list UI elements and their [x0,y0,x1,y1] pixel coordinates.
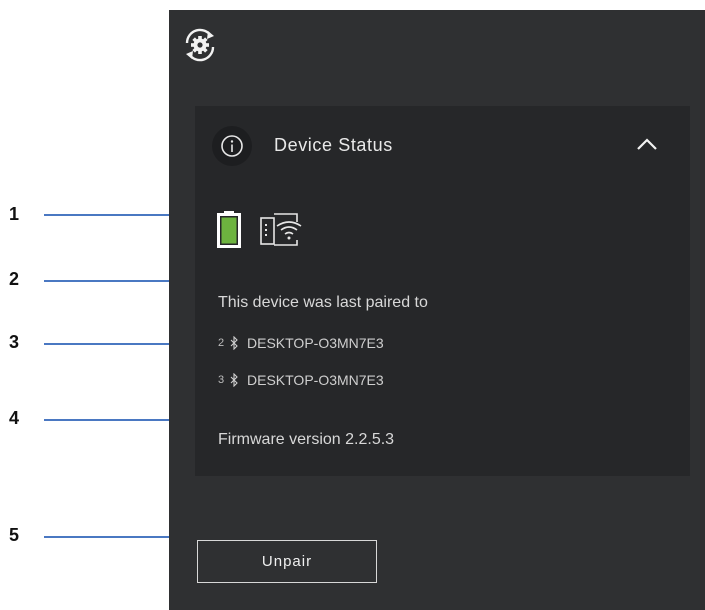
device-slot-number: 2 [218,337,225,349]
firmware-version: Firmware version 2.2.5.3 [218,431,395,448]
info-icon [212,126,252,166]
card-title: Device Status [274,135,393,155]
callout-number-5: 5 [9,525,20,545]
device-slot-number: 3 [218,374,225,386]
callout-line-3 [44,343,180,345]
device-name: DESKTOP-O3MN7E3 [247,335,384,351]
device-icons-row [217,210,317,250]
paired-device-row: 2 DESKTOP-O3MN7E3 [218,335,384,351]
callout-number-4: 4 [9,408,20,428]
callout-line-2 [44,280,188,282]
bluetooth-icon [230,336,238,350]
callout-number-3: 3 [9,332,20,352]
wireless-receiver-icon [260,213,302,246]
callout-line-4 [44,419,180,421]
paired-text: This device was last paired to [218,294,428,311]
device-status-card: Device Status This device was last paire… [195,106,690,476]
device-status-header[interactable]: Device Status [195,106,690,184]
callout-line-5 [44,536,188,538]
unpair-button[interactable]: Unpair [197,540,377,583]
chevron-up-icon[interactable] [635,134,659,154]
settings-sync-icon[interactable] [181,26,219,64]
paired-device-row: 3 DESKTOP-O3MN7E3 [218,372,384,388]
device-name: DESKTOP-O3MN7E3 [247,372,384,388]
bluetooth-icon [230,373,238,387]
battery-full-icon [217,211,241,248]
callout-number-1: 1 [9,204,20,224]
callout-number-2: 2 [9,269,20,289]
